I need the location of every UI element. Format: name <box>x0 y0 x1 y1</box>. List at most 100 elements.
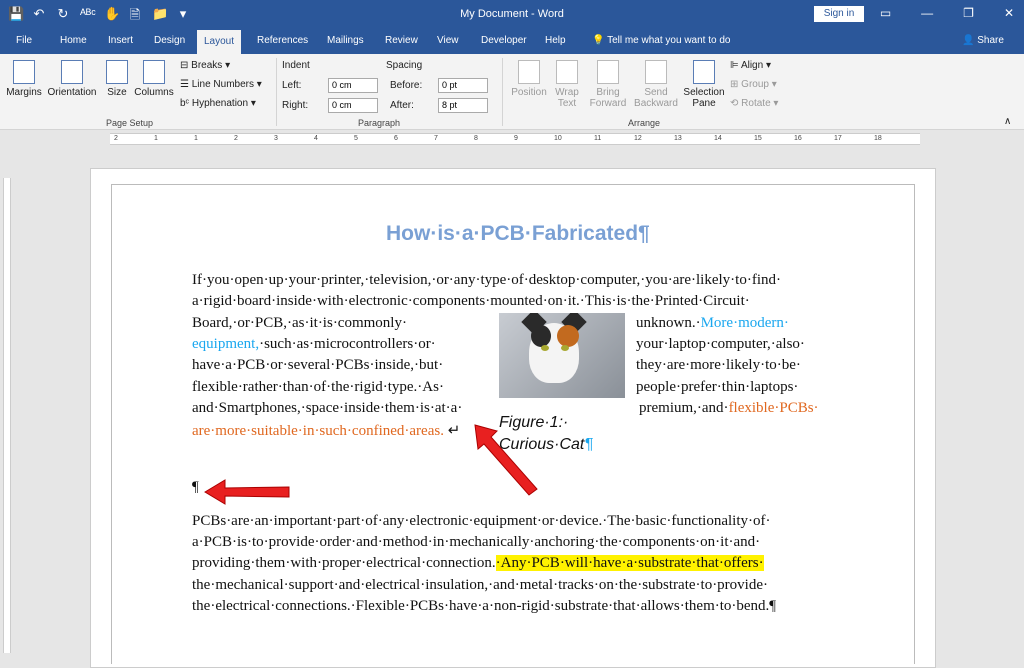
document-page[interactable]: How·is·a·PCB·Fabricated¶ If·you·open·up·… <box>90 168 936 668</box>
horizontal-ruler[interactable]: 2 1 1 2 3 4 5 6 7 8 9 10 11 12 13 14 15 16 17 18 <box>0 130 1024 148</box>
ruler-tick-label: 15 <box>754 135 762 142</box>
columns-button[interactable]: Columns <box>134 60 174 98</box>
line-numbers-label: Line Numbers <box>191 79 255 90</box>
tab-mailings[interactable]: Mailings <box>327 35 364 46</box>
spacing-before-input[interactable]: 0 pt <box>438 78 488 93</box>
tab-file[interactable]: File <box>16 35 32 46</box>
sign-in-button[interactable]: Sign in <box>814 6 864 22</box>
share-button[interactable]: 👤 Share <box>962 35 1004 46</box>
vertical-ruler-track <box>3 178 11 653</box>
body-line[interactable]: people·prefer·thin·laptops· <box>636 379 798 396</box>
tab-layout[interactable]: Layout <box>197 30 242 54</box>
cat-eye <box>541 345 549 351</box>
size-label: Size <box>107 87 127 98</box>
body-line[interactable]: your·laptop·computer,·also· <box>636 336 805 353</box>
ruler-tick-label: 8 <box>474 135 478 142</box>
body-line[interactable]: Board,·or·PCB,·as·it·is·commonly· <box>192 315 407 332</box>
body-line[interactable]: unknown.·More·modern· <box>636 315 789 332</box>
minimize-icon[interactable]: — <box>921 6 933 20</box>
arrange-group-label: Arrange <box>628 118 661 128</box>
ruler-tick-label: 12 <box>634 135 642 142</box>
margins-button[interactable]: Margins <box>6 60 42 98</box>
body-line[interactable]: providing·them·with·proper·electrical·co… <box>192 555 764 572</box>
align-button[interactable]: ⊫ Align ▾ <box>730 60 771 71</box>
ruler-tick-label: 16 <box>794 135 802 142</box>
share-label: Share <box>977 35 1004 46</box>
divider <box>502 58 503 126</box>
vertical-ruler[interactable] <box>0 148 14 653</box>
cat-image[interactable] <box>499 313 625 398</box>
group-icon: ⊞ <box>730 79 742 90</box>
tab-references[interactable]: References <box>257 35 308 46</box>
columns-label: Columns <box>134 87 174 98</box>
tab-design[interactable]: Design <box>154 35 185 46</box>
orientation-button[interactable]: Orientation <box>46 60 98 98</box>
person-icon: 👤 <box>962 35 978 46</box>
tab-home[interactable]: Home <box>60 35 87 46</box>
indent-left-input[interactable]: 0 cm <box>328 78 378 93</box>
body-line[interactable]: a·PCB·is·to·provide·order·and·method·in·… <box>192 534 760 551</box>
body-line[interactable]: have·a·PCB·or·several·PCBs·inside,·but· <box>192 357 443 374</box>
highlighted-text: ·Any·PCB·will·have·a·substrate·that·offe… <box>495 555 764 571</box>
ruler-tick-label: 17 <box>834 135 842 142</box>
breaks-button[interactable]: ⊟ Breaks ▾ <box>180 60 230 71</box>
position-button[interactable]: Position <box>510 60 548 98</box>
body-line[interactable]: equipment,·such·as·microcontrollers·or· <box>192 336 436 353</box>
bring-forward-button[interactable]: Bring Forward <box>586 60 630 109</box>
line-numbers-icon: ☰ <box>180 79 192 90</box>
body-text: controllers·or· <box>349 336 436 352</box>
margins-label: Margins <box>6 87 42 98</box>
document-heading[interactable]: How·is·a·PCB·Fabricated¶ <box>386 222 650 246</box>
spacing-after-label: After: <box>390 100 414 111</box>
title-bar: 💾 ↶ ↻ ᴬᴮᶜ ✋ 🗎 📁 ▾ My Document - Word Sig… <box>0 0 1024 30</box>
wrap-text-button[interactable]: Wrap Text <box>552 60 582 109</box>
tab-developer[interactable]: Developer <box>481 35 527 46</box>
ruler-tick-label: 6 <box>394 135 398 142</box>
body-line[interactable]: premium,·and·flexible·PCBs· <box>639 400 819 417</box>
ruler-tick-label: 9 <box>514 135 518 142</box>
ruler-tick-label: 10 <box>554 135 562 142</box>
body-line[interactable]: If·you·open·up·your·printer,·television,… <box>192 272 781 289</box>
position-label: Position <box>511 87 547 98</box>
red-arrow-left-icon <box>204 479 290 505</box>
ruler-tick-label: 3 <box>274 135 278 142</box>
size-button[interactable]: Size <box>104 60 130 98</box>
align-label: Align <box>740 60 764 71</box>
tell-me-search[interactable]: 💡 Tell me what you want to do <box>592 35 730 46</box>
body-line[interactable]: the·mechanical·support·and·electrical·in… <box>192 577 768 594</box>
collapse-ribbon-icon[interactable]: ∧ <box>1004 116 1011 127</box>
ruler-tick-label: 4 <box>314 135 318 142</box>
ribbon-display-icon[interactable]: ▭ <box>880 6 891 20</box>
body-line[interactable]: flexible·rather·than·of·the·rigid·type.·… <box>192 379 444 396</box>
close-icon[interactable]: ✕ <box>1004 6 1014 20</box>
red-arrow-diagonal-icon <box>474 424 538 496</box>
tab-help[interactable]: Help <box>545 35 566 46</box>
page-setup-group-label: Page Setup <box>106 118 154 128</box>
body-line[interactable]: they·are·more·likely·to·be· <box>636 357 801 374</box>
line-numbers-button[interactable]: ☰ Line Numbers ▾ <box>180 79 262 90</box>
send-backward-button[interactable]: Send Backward <box>632 60 680 109</box>
rotate-button[interactable]: ⟲ Rotate ▾ <box>730 98 778 109</box>
restore-icon[interactable]: ❐ <box>963 6 974 20</box>
group-button[interactable]: ⊞ Group ▾ <box>730 79 777 90</box>
ruler-tick-label: 11 <box>594 135 602 142</box>
spacing-after-input[interactable]: 8 pt <box>438 98 488 113</box>
highlighted-text: equipment, <box>192 336 260 352</box>
hyphenation-button[interactable]: bᶜ Hyphenation ▾ <box>180 98 256 109</box>
cat-eye <box>561 345 569 351</box>
body-line[interactable]: the·electrical·connections.·Flexible·PCB… <box>192 598 776 615</box>
body-line[interactable]: PCBs·are·an·important·part·of·any·electr… <box>192 513 771 530</box>
tab-review[interactable]: Review <box>385 35 418 46</box>
indent-right-label: Right: <box>282 100 309 111</box>
indent-right-input[interactable]: 0 cm <box>328 98 378 113</box>
window-title: My Document - Word <box>460 8 564 20</box>
tab-insert[interactable]: Insert <box>108 35 133 46</box>
selection-pane-button[interactable]: Selection Pane <box>682 60 726 109</box>
body-line[interactable]: are·more·suitable·in·such·confined·areas… <box>192 421 460 440</box>
body-line[interactable]: and·Smartphones,·space·inside·them·is·at… <box>192 400 462 417</box>
empty-paragraph-mark[interactable]: ¶ <box>192 479 199 496</box>
body-line[interactable]: a·rigid·board·inside·with·electronic·com… <box>192 293 750 310</box>
tab-view[interactable]: View <box>437 35 459 46</box>
wrap-text-label: Wrap Text <box>555 87 579 109</box>
highlighted-text: are·more·suitable·in·such·confined·areas… <box>192 423 444 439</box>
